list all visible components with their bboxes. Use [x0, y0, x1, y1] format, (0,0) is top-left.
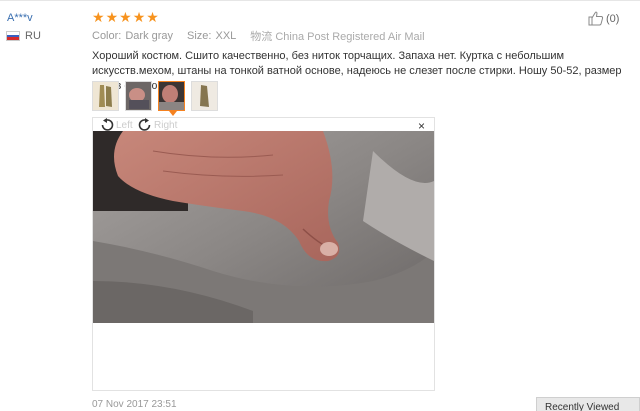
- helpful-count: (0): [606, 12, 620, 25]
- photo-thumbnail[interactable]: [125, 81, 152, 111]
- recently-viewed-tab[interactable]: Recently Viewed: [536, 397, 640, 411]
- country-code: RU: [25, 30, 41, 42]
- photo-viewer: Left Right ×: [92, 117, 435, 391]
- rotate-right-icon: [138, 118, 151, 131]
- thumbs-up-icon: [588, 11, 604, 26]
- order-meta: Color: Dark gray Size: XXL 物流 China Post…: [92, 28, 425, 44]
- top-divider: [0, 0, 640, 1]
- reviewer-country: RU: [6, 30, 41, 42]
- star-icon: ★: [132, 9, 146, 25]
- review-date: 07 Nov 2017 23:51: [92, 399, 177, 410]
- size-value: XXL: [215, 30, 237, 42]
- helpful-button[interactable]: (0): [588, 11, 619, 26]
- rotate-right-label: Right: [154, 119, 178, 131]
- star-icon: ★: [105, 9, 119, 25]
- rotate-right-button[interactable]: Right: [137, 118, 177, 132]
- star-icon: ★: [146, 9, 159, 25]
- russia-flag-icon: [6, 31, 20, 41]
- star-rating: ★ ★ ★ ★ ★: [92, 10, 159, 24]
- rotate-left-button[interactable]: Left: [99, 118, 133, 132]
- photo-thumbnail[interactable]: [92, 81, 119, 111]
- color-label: Color:: [92, 30, 122, 42]
- star-icon: ★: [119, 9, 132, 25]
- rotate-left-icon: [101, 118, 114, 131]
- color-value: Dark gray: [125, 30, 174, 42]
- star-icon: ★: [92, 9, 105, 25]
- photo-thumbnail-selected[interactable]: [158, 81, 185, 116]
- review-photo: [93, 131, 434, 323]
- reviewer-name[interactable]: A***v: [7, 12, 33, 24]
- rotate-left-label: Left: [116, 119, 133, 131]
- photo-thumbnail[interactable]: [191, 81, 218, 111]
- selected-caret-icon: [169, 111, 177, 116]
- size-label: Size:: [187, 30, 212, 42]
- photo-thumbnails: [92, 81, 218, 116]
- shipping-value: 物流 China Post Registered Air Mail: [250, 31, 425, 43]
